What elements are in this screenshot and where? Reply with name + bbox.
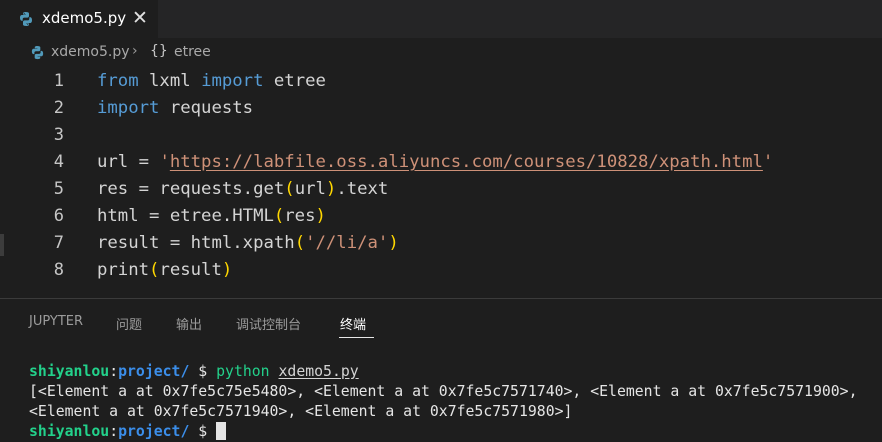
code-line[interactable]: 8 print(result) — [0, 257, 882, 284]
code-token: from — [97, 71, 139, 91]
python-file-icon — [20, 12, 32, 26]
code-token: https://labfile.oss.aliyuncs.com/courses… — [169, 152, 763, 172]
tab-label: xdemo5.py — [42, 9, 127, 27]
code-token: res — [284, 206, 316, 226]
prompt-user: shiyanlou — [29, 363, 110, 380]
code-line[interactable]: 1 from lxml import etree — [0, 68, 882, 95]
prompt-colon: : — [109, 363, 119, 380]
code-token: .text — [336, 179, 389, 199]
code-token: requests — [159, 98, 254, 118]
editor-scroll-indicator — [0, 234, 4, 256]
code-token: ' — [762, 152, 774, 172]
tab-jupyter[interactable]: JUPYTER — [29, 314, 83, 329]
code-line[interactable]: 3 — [0, 122, 882, 149]
code-token: print — [97, 260, 150, 280]
terminal-output-line: <Element a at 0x7fe5c7571940>, <Element … — [29, 403, 573, 420]
editor-tab-xdemo5[interactable]: xdemo5.py ✕ — [0, 0, 158, 38]
code-token: etree — [263, 71, 326, 91]
code-token: ) — [388, 233, 399, 253]
prompt-path: project/ — [118, 363, 190, 380]
code-token: ( — [273, 206, 285, 226]
terminal-output-line: [<Element a at 0x7fe5c75e5480>, <Element… — [29, 383, 858, 400]
code-text: import requests — [97, 95, 253, 122]
code-text: url = 'https://labfile.oss.aliyuncs.com/… — [97, 149, 773, 176]
prompt-symbol: $ — [189, 363, 217, 380]
code-text: res = requests.get(url).text — [97, 176, 388, 203]
code-line[interactable]: 5 res = requests.get(url).text — [0, 176, 882, 203]
breadcrumb: xdemo5.py › {} etree — [0, 38, 882, 68]
tab-terminal[interactable]: 终端 — [340, 314, 366, 333]
code-line[interactable]: 2 import requests — [0, 95, 882, 122]
code-token: ) — [325, 179, 337, 199]
code-token: ( — [284, 179, 295, 199]
code-editor[interactable]: 1 from lxml import etree 2 import requests 3… — [0, 68, 882, 296]
tab-problems[interactable]: 问题 — [116, 314, 142, 333]
editor-tab-bar: xdemo5.py ✕ — [0, 0, 882, 38]
line-number: 7 — [53, 233, 64, 253]
close-tab-icon[interactable]: ✕ — [128, 5, 152, 31]
terminal-command-line: shiyanlou:project/ $ python xdemo5.py — [29, 362, 359, 382]
code-token: result — [159, 260, 222, 280]
line-number: 3 — [53, 125, 64, 145]
code-token: url — [294, 179, 326, 199]
code-token: res = requests.get — [97, 179, 285, 199]
prompt-colon: : — [109, 423, 119, 440]
code-token: result = html.xpath — [97, 233, 295, 253]
chevron-right-icon: › — [132, 43, 138, 59]
code-token: ) — [315, 206, 326, 226]
terminal-input-line[interactable]: shiyanlou:project/ $ — [29, 422, 227, 442]
code-line[interactable]: 6 html = etree.HTML(res) — [0, 203, 882, 230]
breadcrumb-file[interactable]: xdemo5.py — [51, 44, 130, 60]
python-file-icon — [31, 45, 44, 60]
code-token: import — [201, 71, 264, 91]
code-text: html = etree.HTML(res) — [97, 203, 326, 230]
module-symbol-icon: {} — [150, 43, 168, 59]
code-line[interactable]: 7 result = html.xpath('//li/a') — [0, 230, 882, 257]
code-token: import — [97, 98, 160, 118]
code-token: ( — [149, 260, 160, 280]
code-token: ) — [221, 260, 233, 280]
prompt-user: shiyanlou — [29, 423, 110, 440]
line-number: 6 — [53, 206, 64, 226]
line-number: 5 — [53, 179, 64, 199]
code-token: ' — [159, 152, 170, 172]
breadcrumb-symbol[interactable]: etree — [174, 44, 211, 60]
line-number: 8 — [53, 260, 64, 280]
code-text: result = html.xpath('//li/a') — [97, 230, 399, 257]
code-text: print(result) — [97, 257, 232, 284]
active-tab-indicator — [339, 337, 374, 338]
code-token: lxml — [138, 71, 202, 91]
code-token: '//li/a' — [305, 233, 389, 253]
code-token: url = — [97, 152, 160, 172]
line-number: 2 — [53, 98, 64, 118]
tab-output[interactable]: 输出 — [176, 314, 202, 333]
prompt-path: project/ — [118, 423, 190, 440]
line-number: 4 — [53, 152, 64, 172]
code-line[interactable]: 4 url = 'https://labfile.oss.aliyuncs.com… — [0, 149, 882, 176]
terminal-command-arg[interactable]: xdemo5.py — [279, 363, 359, 380]
code-token: html = etree.HTML — [97, 206, 274, 226]
tab-debug-console[interactable]: 调试控制台 — [236, 314, 301, 333]
code-text: from lxml import etree — [97, 68, 326, 95]
terminal-cursor — [216, 422, 227, 440]
terminal-command: python — [216, 363, 270, 380]
code-token: ( — [294, 233, 306, 253]
line-number: 1 — [53, 71, 64, 91]
panel-divider — [0, 298, 882, 299]
prompt-symbol: $ — [189, 423, 217, 440]
